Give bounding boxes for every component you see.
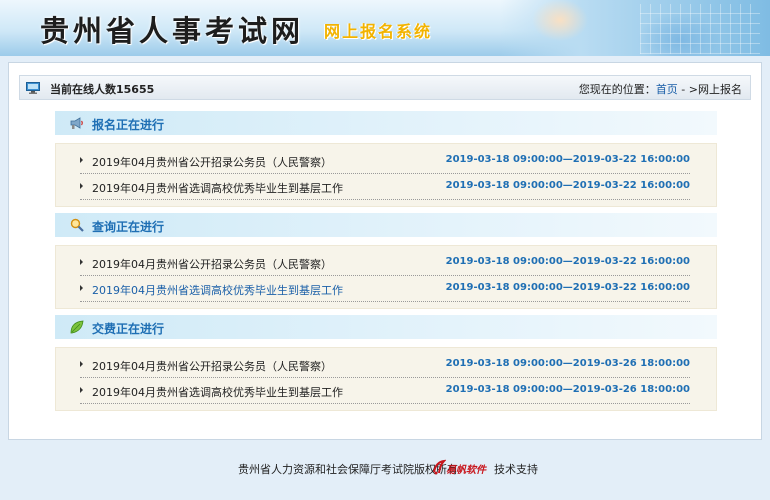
time-range: 2019-03-18 09:00:00—2019-03-26 18:00:00 [445,384,690,395]
breadcrumb-separator: - > [677,83,698,96]
list-item[interactable]: 2019年04月贵州省选调高校优秀毕业生到基层工作 2019-03-18 09:… [80,276,690,302]
breadcrumb-prefix: 您现在的位置： [578,83,656,96]
exam-name-link[interactable]: 2019年04月贵州省选调高校优秀毕业生到基层工作 [92,384,343,400]
bullet-icon [80,183,83,189]
bullet-icon [80,285,83,291]
breadcrumb-current: 网上报名 [698,83,742,96]
section-list: 2019年04月贵州省公开招录公务员（人民警察） 2019-03-18 09:0… [55,245,717,309]
time-range: 2019-03-18 09:00:00—2019-03-22 16:00:00 [445,282,690,293]
section-list: 2019年04月贵州省公开招录公务员（人民警察） 2019-03-18 09:0… [55,143,717,207]
exam-name-link[interactable]: 2019年04月贵州省公开招录公务员（人民警察） [92,154,332,170]
site-title: 贵州省人事考试网 [40,14,305,48]
time-range: 2019-03-18 09:00:00—2019-03-22 16:00:00 [445,256,690,267]
section-title: 查询正在进行 [92,220,165,234]
site-subtitle: 网上报名系统 [324,22,433,41]
bullet-icon [80,387,83,393]
section-title: 交费正在进行 [92,322,165,336]
leaf-icon [69,319,85,335]
magnifier-icon [69,217,85,233]
time-range: 2019-03-18 09:00:00—2019-03-22 16:00:00 [445,154,690,165]
time-range: 2019-03-18 09:00:00—2019-03-22 16:00:00 [445,180,690,191]
section-header: 报名正在进行 [55,111,717,135]
bullet-icon [80,157,83,163]
exam-name-link[interactable]: 2019年04月贵州省选调高校优秀毕业生到基层工作 [92,180,343,196]
bullet-icon [80,361,83,367]
section-header: 交费正在进行 [55,315,717,339]
tech-support-text: 技术支持 [494,463,538,476]
section-title: 报名正在进行 [92,118,165,132]
list-item[interactable]: 2019年04月贵州省选调高校优秀毕业生到基层工作 2019-03-18 09:… [80,378,690,404]
section-registration: 报名正在进行 2019年04月贵州省公开招录公务员（人民警察） 2019-03-… [55,111,717,207]
vendor-logo-icon [433,459,446,475]
list-item[interactable]: 2019年04月贵州省公开招录公务员（人民警察） 2019-03-18 09:0… [80,352,690,378]
list-item[interactable]: 2019年04月贵州省公开招录公务员（人民警察） 2019-03-18 09:0… [80,250,690,276]
exam-name-link[interactable]: 2019年04月贵州省选调高校优秀毕业生到基层工作 [92,282,343,298]
monitor-icon [26,82,40,94]
status-bar: 当前在线人数15655 您现在的位置：首页 - >网上报名 [19,75,751,100]
megaphone-icon [69,115,85,131]
breadcrumb: 您现在的位置：首页 - >网上报名 [579,81,742,97]
section-list: 2019年04月贵州省公开招录公务员（人民警察） 2019-03-18 09:0… [55,347,717,411]
section-header: 查询正在进行 [55,213,717,237]
copyright-text: 贵州省人力资源和社会保障厅考试院版权所有 [238,463,458,476]
section-payment: 交费正在进行 2019年04月贵州省公开招录公务员（人民警察） 2019-03-… [55,315,717,411]
bullet-icon [80,259,83,265]
time-range: 2019-03-18 09:00:00—2019-03-26 18:00:00 [445,358,690,369]
list-item[interactable]: 2019年04月贵州省公开招录公务员（人民警察） 2019-03-18 09:0… [80,148,690,174]
site-banner: 贵州省人事考试网 网上报名系统 [0,0,770,56]
exam-name-link[interactable]: 2019年04月贵州省公开招录公务员（人民警察） [92,256,332,272]
exam-name-link[interactable]: 2019年04月贵州省公开招录公务员（人民警察） [92,358,332,374]
section-query: 查询正在进行 2019年04月贵州省公开招录公务员（人民警察） 2019-03-… [55,213,717,309]
online-count: 当前在线人数15655 [50,83,155,96]
breadcrumb-home-link[interactable]: 首页 [656,83,678,96]
list-item[interactable]: 2019年04月贵州省选调高校优秀毕业生到基层工作 2019-03-18 09:… [80,174,690,200]
banner-grid-decoration [640,4,760,54]
vendor-logo[interactable]: 易帆软件 [432,458,490,476]
footer: 贵州省人力资源和社会保障厅考试院版权所有 易帆软件 技术支持 [0,456,770,480]
vendor-logo-text: 易帆软件 [446,465,486,476]
main-panel: 当前在线人数15655 您现在的位置：首页 - >网上报名 报名正在进行 201… [8,62,762,440]
